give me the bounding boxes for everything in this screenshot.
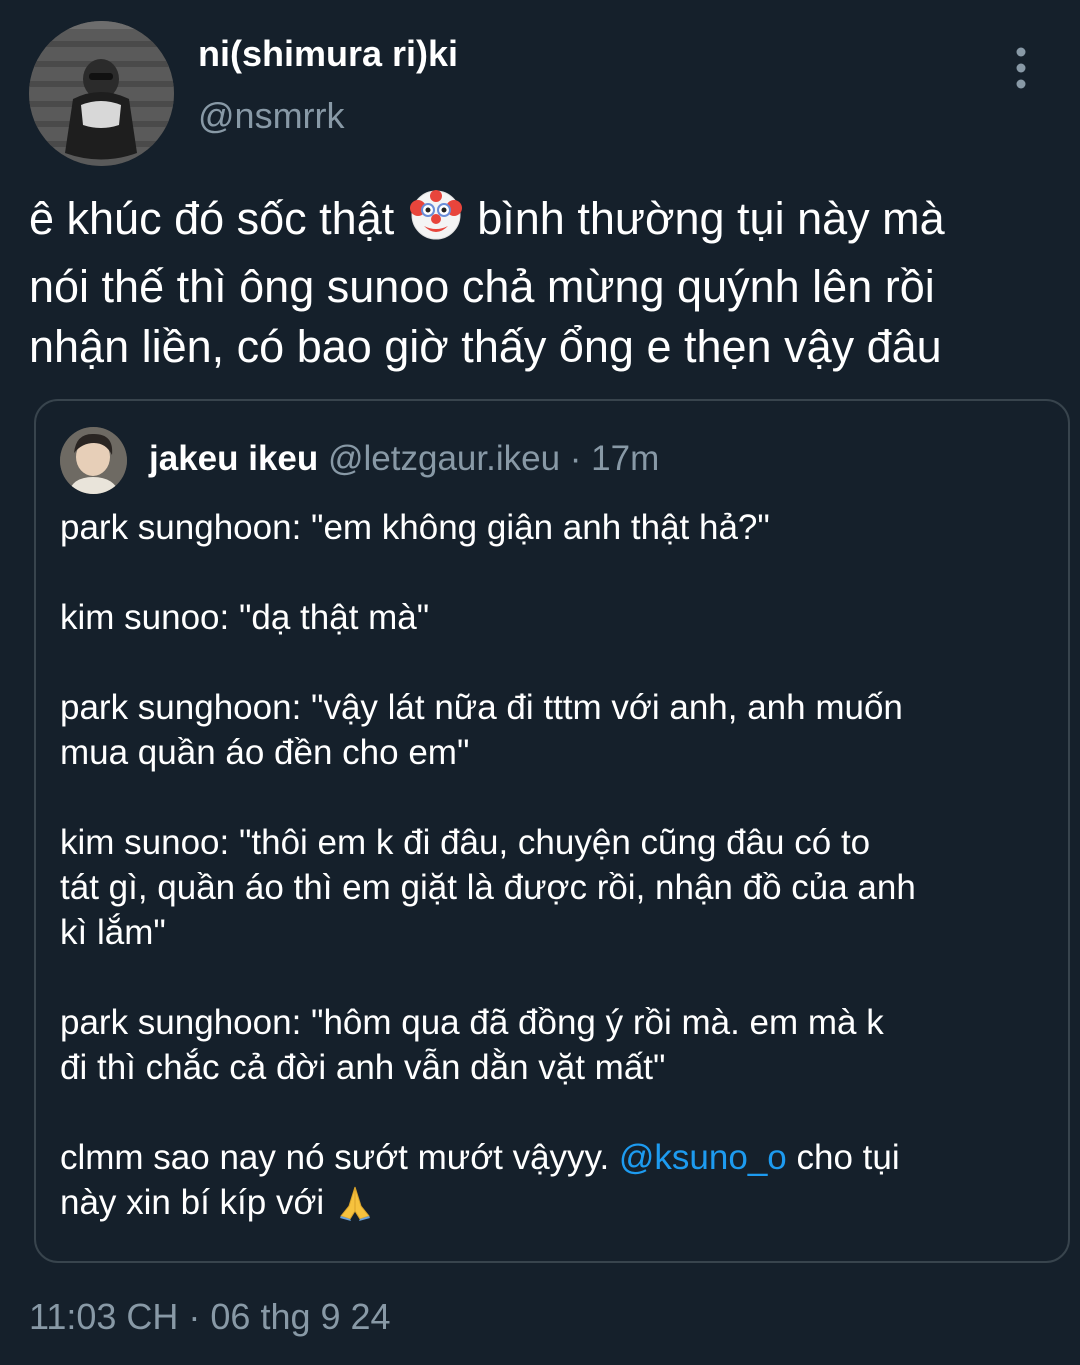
tweet-text-line: ê khúc đó sốc thật bình thường tụi này m… — [29, 188, 1059, 257]
quote-line: mua quần áo đền cho em" — [60, 733, 470, 772]
quoted-tweet-card[interactable]: jakeu ikeu @letzgaur.ikeu · 17m park sun… — [34, 399, 1070, 1263]
author-avatar[interactable] — [29, 21, 174, 166]
quote-line: tát gì, quần áo thì em giặt là được rồi,… — [60, 868, 916, 907]
quote-line: đi thì chắc cả đời anh vẫn dằn vặt mất" — [60, 1048, 666, 1087]
quoted-author-avatar[interactable] — [60, 427, 127, 494]
quote-line: park sunghoon: "vậy lát nữa đi tttm với … — [60, 688, 903, 727]
quoted-tweet-time[interactable]: 17m — [591, 439, 659, 478]
tweet-text-segment: ê khúc đó sốc thật — [29, 193, 407, 244]
quote-line: park sunghoon: "hôm qua đã đồng ý rồi mà… — [60, 1003, 884, 1042]
tweet-timestamp[interactable]: 11:03 CH · 06 thg 9 24 — [29, 1296, 391, 1338]
more-vertical-icon — [1016, 47, 1026, 89]
quote-line: kim sunoo: "dạ thật mà" — [60, 598, 430, 637]
quoted-author-name[interactable]: jakeu ikeu — [149, 439, 318, 478]
quoted-tweet-text: park sunghoon: "em không giận anh thật h… — [60, 505, 1050, 1225]
quoted-tweet-header: jakeu ikeu @letzgaur.ikeu · 17m — [149, 439, 659, 479]
quote-line: này xin bí kíp với — [60, 1180, 1050, 1225]
clown-face-icon — [409, 188, 463, 257]
quote-line-gap — [60, 640, 1050, 685]
tweet-text-segment: bình thường tụi này mà — [464, 193, 945, 244]
quote-line-gap — [60, 550, 1050, 595]
quoted-author-handle[interactable]: @letzgaur.ikeu — [328, 439, 560, 478]
more-options-button[interactable] — [1000, 44, 1042, 92]
avatar-photo — [29, 21, 174, 166]
quoted-avatar-photo — [60, 427, 127, 494]
quote-text-segment: này xin bí kíp với — [60, 1183, 334, 1222]
quote-line-gap — [60, 1090, 1050, 1135]
quote-line-gap — [60, 775, 1050, 820]
quote-text-segment: clmm sao nay nó sướt mướt vậyyy. — [60, 1138, 619, 1177]
tweet-text-line: nhận liền, có bao giờ thấy ổng e thẹn vậ… — [29, 321, 942, 372]
tweet-text-line: nói thế thì ông sunoo chả mừng quýnh lên… — [29, 261, 935, 312]
quote-text-segment: cho tụi — [786, 1138, 900, 1177]
quote-line-gap — [60, 955, 1050, 1000]
author-display-name[interactable]: ni(shimura ri)ki — [198, 33, 458, 75]
meta-separator: · — [560, 439, 592, 478]
quote-line: clmm sao nay nó sướt mướt vậyyy. @ksuno_… — [60, 1135, 1050, 1180]
quote-line: park sunghoon: "em không giận anh thật h… — [60, 508, 770, 547]
folded-hands-icon — [336, 1184, 374, 1233]
author-handle[interactable]: @nsmrrk — [198, 95, 345, 137]
quote-line: kì lắm" — [60, 913, 166, 952]
tweet-text: ê khúc đó sốc thật bình thường tụi này m… — [29, 188, 1059, 377]
mention-link[interactable]: @ksuno_o — [619, 1138, 787, 1177]
quote-line: kim sunoo: "thôi em k đi đâu, chuyện cũn… — [60, 823, 871, 862]
